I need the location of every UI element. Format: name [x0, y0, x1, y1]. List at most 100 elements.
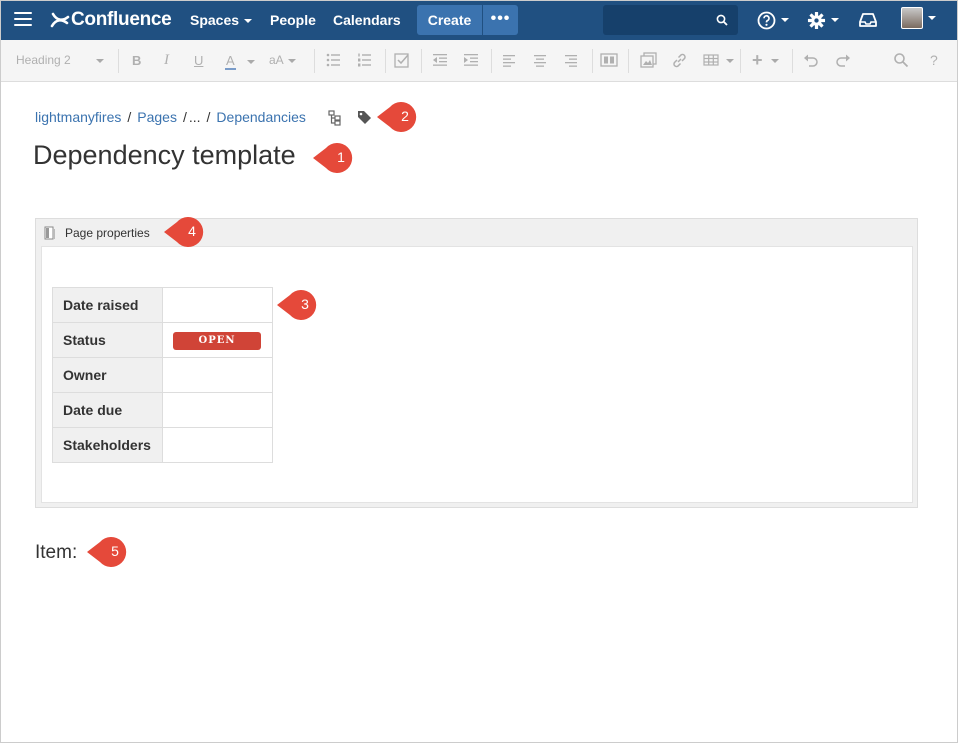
page-properties-macro[interactable]: Page properties Date raised Status OPEN …	[35, 218, 918, 508]
outdent-button[interactable]	[432, 52, 448, 71]
callout-number: 3	[301, 296, 309, 312]
layout-icon	[600, 53, 618, 67]
property-value[interactable]	[162, 392, 273, 428]
search-input[interactable]	[603, 5, 738, 35]
item-heading[interactable]: Item:	[35, 542, 77, 564]
notifications-button[interactable]	[859, 10, 877, 30]
insert-table-button[interactable]	[703, 52, 734, 71]
indent-icon	[464, 54, 478, 66]
breadcrumb-parent-link[interactable]: Dependancies	[216, 109, 306, 125]
table-icon	[703, 54, 719, 66]
callout-number: 1	[337, 149, 345, 165]
align-left-icon	[503, 55, 515, 67]
align-right-button[interactable]	[564, 52, 578, 71]
spaces-label: Spaces	[190, 12, 240, 28]
editor-help-button[interactable]: ?	[930, 52, 938, 68]
text-format-menu[interactable]: aA	[269, 53, 297, 67]
top-navigation-bar: Confluence Spaces People Calendars Creat…	[0, 0, 958, 40]
macro-title: Page properties	[65, 226, 150, 240]
status-badge[interactable]: OPEN	[173, 332, 261, 350]
chevron-down-icon	[96, 58, 105, 63]
table-row: Owner	[52, 357, 273, 393]
property-value-cell[interactable]: OPEN	[162, 322, 273, 358]
italic-button[interactable]: I	[164, 52, 169, 69]
chevron-down-icon	[247, 59, 256, 64]
spaces-menu[interactable]: Spaces	[190, 12, 253, 28]
chevron-down-icon	[725, 59, 734, 63]
property-key[interactable]: Owner	[52, 357, 163, 393]
page-tree-button[interactable]	[328, 110, 342, 131]
chevron-down-icon	[831, 18, 839, 22]
callout-number: 4	[188, 223, 196, 239]
macro-body[interactable]: Date raised Status OPEN Owner Date due S…	[41, 246, 913, 503]
insert-image-button[interactable]	[640, 52, 658, 72]
property-value[interactable]	[162, 357, 273, 393]
logo-text: Confluence	[71, 9, 172, 30]
text-color-button[interactable]: A	[225, 53, 256, 70]
page-title[interactable]: Dependency template	[33, 140, 296, 171]
property-key[interactable]: Date raised	[52, 287, 163, 323]
property-key[interactable]: Stakeholders	[52, 427, 163, 463]
search-icon	[894, 53, 909, 68]
bold-button[interactable]: B	[132, 53, 141, 68]
undo-button[interactable]	[803, 52, 819, 71]
property-value[interactable]	[162, 427, 273, 463]
property-key[interactable]: Date due	[52, 392, 163, 428]
breadcrumb-separator: /	[127, 109, 132, 125]
callout-marker-3: 3	[276, 289, 320, 321]
create-button[interactable]: Create	[417, 5, 482, 35]
align-right-icon	[565, 55, 577, 67]
plus-icon: +	[752, 50, 763, 70]
menu-icon[interactable]	[14, 12, 32, 26]
align-center-button[interactable]	[533, 52, 547, 71]
table-row: Date raised	[52, 287, 273, 323]
inbox-icon	[859, 13, 877, 27]
insert-link-button[interactable]	[671, 52, 688, 72]
find-replace-button[interactable]	[893, 52, 909, 71]
more-create-button[interactable]: •••	[483, 5, 518, 35]
page-layout-button[interactable]	[600, 52, 618, 71]
align-center-icon	[534, 55, 546, 67]
breadcrumb-pages-link[interactable]: Pages	[137, 109, 177, 125]
numbered-list-button[interactable]	[357, 52, 373, 71]
people-link[interactable]: People	[270, 12, 316, 28]
bullet-list-icon	[326, 53, 340, 67]
align-left-button[interactable]	[502, 52, 516, 71]
property-value[interactable]	[162, 287, 273, 323]
avatar	[901, 7, 923, 29]
callout-marker-2: 2	[376, 101, 420, 133]
tag-icon	[358, 111, 371, 124]
underline-button[interactable]: U	[194, 53, 203, 68]
calendars-link[interactable]: Calendars	[333, 12, 401, 28]
chevron-down-icon	[770, 59, 779, 64]
table-row: Status OPEN	[52, 322, 273, 358]
settings-menu[interactable]	[807, 10, 839, 30]
callout-marker-4: 4	[163, 216, 207, 248]
labels-button[interactable]	[357, 110, 372, 130]
undo-icon	[804, 54, 818, 67]
table-row: Date due	[52, 392, 273, 428]
bullet-list-button[interactable]	[326, 52, 342, 71]
breadcrumb-space-link[interactable]: lightmanyfires	[35, 109, 121, 125]
user-menu[interactable]	[901, 7, 936, 29]
breadcrumb-ellipsis[interactable]: ...	[189, 109, 201, 125]
chevron-down-icon	[244, 19, 253, 24]
task-list-button[interactable]	[394, 52, 410, 71]
redo-button[interactable]	[835, 52, 851, 71]
insert-more-button[interactable]: +	[752, 50, 779, 71]
properties-table: Date raised Status OPEN Owner Date due S…	[52, 287, 273, 463]
callout-marker-5: 5	[86, 536, 130, 568]
table-row: Stakeholders	[52, 427, 273, 463]
numbered-list-icon	[358, 53, 371, 67]
text-color-icon: A	[225, 53, 236, 70]
confluence-logo[interactable]: Confluence	[50, 8, 172, 32]
callout-number: 5	[111, 543, 119, 559]
search-icon	[716, 14, 728, 26]
image-icon	[640, 52, 657, 68]
help-menu[interactable]	[757, 10, 789, 30]
redo-icon	[836, 54, 850, 67]
paragraph-style-select[interactable]: Heading 2	[16, 53, 105, 67]
indent-button[interactable]	[463, 52, 479, 71]
property-key[interactable]: Status	[52, 322, 163, 358]
chevron-down-icon	[781, 18, 789, 22]
